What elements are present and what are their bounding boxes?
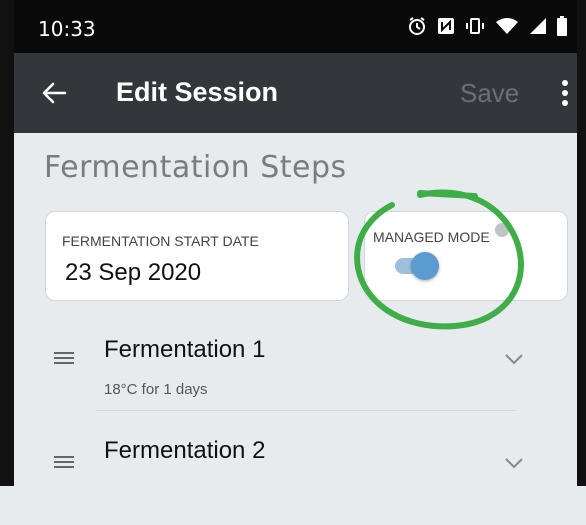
status-bar: 10:33 [14,0,577,53]
start-date-label: FERMENTATION START DATE [62,233,259,249]
section-title: Fermentation Steps [44,150,347,185]
content-area: Fermentation Steps FERMENTATION START DA… [14,133,577,486]
status-time: 10:33 [38,17,96,41]
frame-right-bezel [577,0,586,486]
step-item[interactable]: Fermentation 2 [14,425,577,525]
start-date-value: 23 Sep 2020 [65,259,202,286]
app-bar: Edit Session Save [14,53,577,133]
managed-mode-label: MANAGED MODE [373,229,490,245]
device-frame: 10:33 Edit Session Save Fermentation Ste… [0,0,586,486]
battery-icon [557,16,567,36]
status-icons [407,16,567,36]
back-button[interactable] [36,75,72,111]
start-date-card[interactable]: FERMENTATION START DATE 23 Sep 2020 [45,211,349,301]
step-divider [96,410,516,411]
more-vert-icon [562,80,568,106]
drag-handle-icon[interactable] [54,349,74,367]
managed-mode-toggle[interactable] [395,252,439,280]
step-item[interactable]: Fermentation 1 18°C for 1 days [14,321,577,421]
alarm-icon [407,16,427,36]
nfc-icon [437,17,455,35]
help-icon[interactable] [495,223,509,237]
toggle-knob [411,252,439,280]
more-options-button[interactable] [553,73,577,113]
chevron-down-icon[interactable] [504,457,524,469]
frame-left-bezel [0,0,14,486]
drag-handle-icon[interactable] [54,453,74,471]
signal-icon [529,17,547,35]
step-description: 18°C for 1 days [104,381,208,398]
page-title: Edit Session [116,77,279,107]
chevron-down-icon[interactable] [504,353,524,365]
arrow-left-icon [42,82,67,104]
save-button[interactable]: Save [460,78,519,109]
wifi-icon [495,17,519,35]
vibrate-icon [465,17,485,35]
managed-mode-card: MANAGED MODE [364,211,568,301]
step-name: Fermentation 1 [104,336,266,363]
step-name: Fermentation 2 [104,437,266,464]
